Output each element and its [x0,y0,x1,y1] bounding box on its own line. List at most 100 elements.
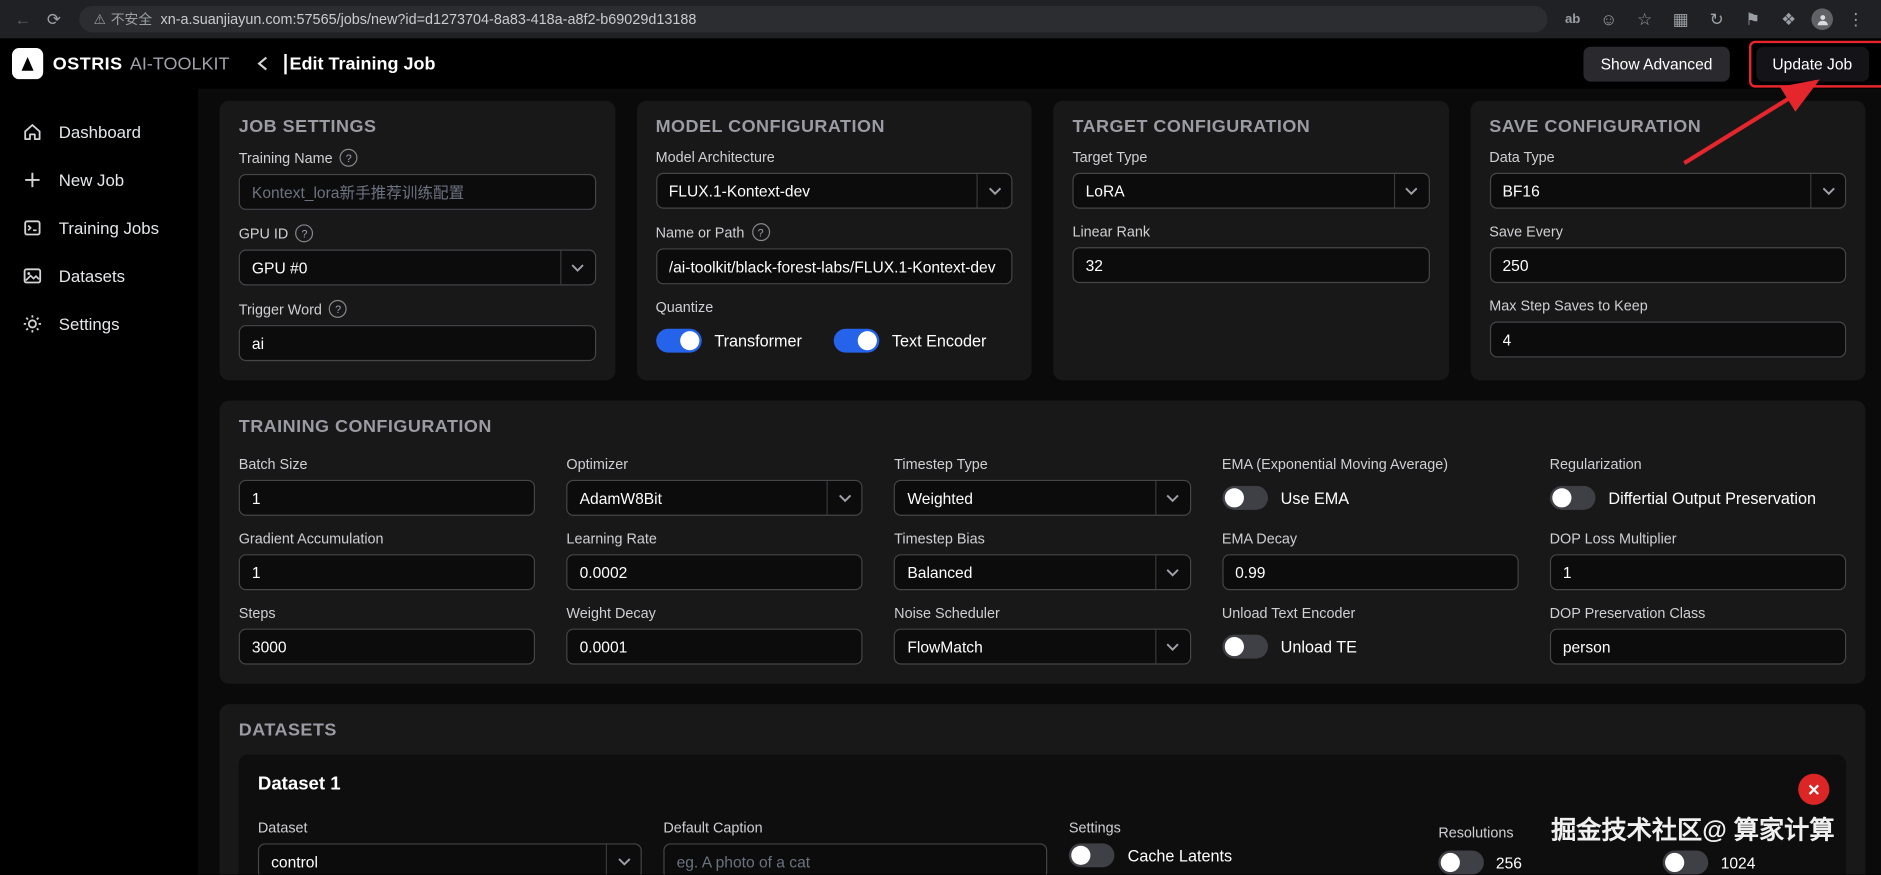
resolution-label: 1024 [1720,853,1756,872]
sidebar-item-datasets[interactable]: Datasets [0,252,198,300]
data-type-select[interactable]: BF16 [1489,172,1847,209]
reload-icon[interactable]: ⟳ [41,6,67,32]
text-encoder-toggle[interactable] [833,328,879,353]
name-or-path-label: Name or Path [655,223,745,241]
smiley-icon[interactable]: ☺ [1595,6,1621,32]
batch-size-input[interactable] [238,479,536,516]
model-architecture-label: Model Architecture [655,148,775,166]
close-icon: × [1807,777,1820,801]
dop-toggle[interactable] [1549,485,1596,510]
transformer-toggle[interactable] [655,328,702,353]
page-back-icon[interactable] [256,55,270,72]
model-architecture-value: FLUX.1-Kontext-dev [668,181,811,200]
extensions-icon[interactable]: ❖ [1775,6,1801,32]
field-linear-rank: Linear Rank [1072,223,1430,284]
field-timestep-type: Timestep Type Weighted [894,456,1191,516]
use-ema-row: Use EMA [1221,485,1350,510]
dataset-col-3: Settings Cache Latents Is Regularization [1068,807,1417,874]
gear-icon [23,315,42,333]
translate-icon[interactable]: ab [1559,6,1585,32]
remove-dataset-button[interactable]: × [1798,773,1830,805]
quantize-text-encoder-row: Text Encoder [833,328,987,353]
dataset-col-4: Resolutions 256512768102412801536 [1438,807,1827,875]
unload-te-toggle[interactable] [1221,634,1268,659]
target-type-value: LoRA [1085,181,1125,200]
field-dop-loss-multiplier: DOP Loss Multiplier [1549,530,1847,591]
weight-decay-input[interactable] [566,628,863,665]
transformer-label: Transformer [714,331,802,350]
gradient-accumulation-label: Gradient Accumulation [238,530,384,548]
gradient-accumulation-input[interactable] [238,554,536,591]
name-or-path-input[interactable] [655,248,1013,285]
timestep-type-select[interactable]: Weighted [894,479,1191,516]
timestep-bias-label: Timestep Bias [894,530,985,548]
cache-latents-toggle[interactable] [1068,843,1115,868]
dop-preservation-class-input[interactable] [1549,628,1847,665]
optimizer-select[interactable]: AdamW8Bit [566,479,863,516]
profile-avatar[interactable] [1811,8,1833,30]
history-icon[interactable]: ↻ [1703,6,1729,32]
dop-loss-multiplier-input[interactable] [1549,554,1847,591]
ema-decay-input[interactable] [1221,554,1519,591]
address-bar[interactable]: ⚠ 不安全 xn-a.suanjiayun.com:57565/jobs/new… [79,5,1548,33]
resolutions-label: Resolutions [1438,824,1514,841]
use-ema-toggle[interactable] [1221,485,1268,510]
linear-rank-input[interactable] [1072,247,1430,284]
chevron-down-icon [1154,481,1190,515]
default-caption-input[interactable] [663,843,1048,875]
help-icon[interactable]: ? [339,148,358,167]
text-cursor [284,53,288,74]
help-icon[interactable]: ? [329,299,348,318]
resolution-toggle-256[interactable] [1438,850,1484,875]
model-architecture-select[interactable]: FLUX.1-Kontext-dev [655,172,1013,209]
sidebar-item-label: New Job [58,170,125,190]
learning-rate-input[interactable] [566,554,863,591]
help-icon[interactable]: ? [751,223,770,242]
trigger-word-input[interactable] [238,325,596,362]
sidebar-item-training-jobs[interactable]: Training Jobs [0,204,198,252]
noise-scheduler-label: Noise Scheduler [894,604,1000,622]
field-name-or-path: Name or Path? [655,223,1013,285]
field-gradient-accumulation: Gradient Accumulation [238,530,536,591]
dop-preservation-class-label: DOP Preservation Class [1549,604,1706,622]
dataset-1-card: Dataset 1 × Dataset control Default Capt… [238,754,1847,875]
save-every-input[interactable] [1489,247,1847,284]
back-icon[interactable]: ← [10,6,36,32]
training-name-input[interactable] [238,173,596,210]
steps-input[interactable] [238,628,536,665]
app-header: OSTRIS AI-TOOLKIT Edit Training Job Show… [0,38,1881,89]
reading-list-icon[interactable]: ⚑ [1739,6,1765,32]
resolution-toggle-1024[interactable] [1663,850,1709,875]
sidebar-item-label: Dashboard [58,122,141,142]
timestep-type-label: Timestep Type [894,455,988,473]
training-configuration-card: TRAINING CONFIGURATION Batch Size Gradie… [219,400,1866,684]
person-icon [1817,14,1828,25]
noise-scheduler-value: FlowMatch [907,637,983,656]
sidebar-item-new-job[interactable]: New Job [0,156,198,204]
gpu-id-select[interactable]: GPU #0 [238,249,596,286]
sidebar-item-settings[interactable]: Settings [0,300,198,348]
gpu-id-value: GPU #0 [251,258,308,277]
bookmark-star-icon[interactable]: ☆ [1631,6,1657,32]
linear-rank-label: Linear Rank [1072,223,1151,240]
update-job-button[interactable]: Update Job [1755,46,1869,81]
text-encoder-label: Text Encoder [891,331,987,350]
show-advanced-button[interactable]: Show Advanced [1583,46,1730,81]
section-title: TRAINING CONFIGURATION [238,416,492,437]
security-chip[interactable]: ⚠ 不安全 [94,10,153,29]
ema-section-label: EMA (Exponential Moving Average) [1221,455,1449,473]
dataset-select[interactable]: control [257,843,642,875]
quantize-transformer-row: Transformer [655,328,802,353]
target-type-select[interactable]: LoRA [1072,172,1430,209]
use-ema-label: Use EMA [1280,488,1350,507]
browser-menu-icon[interactable]: ⋮ [1843,6,1869,32]
sidebar-item-dashboard[interactable]: Dashboard [0,108,198,156]
section-title: TARGET CONFIGURATION [1072,116,1311,137]
section-title: MODEL CONFIGURATION [655,116,885,137]
noise-scheduler-select[interactable]: FlowMatch [894,628,1191,665]
help-icon[interactable]: ? [295,224,314,243]
max-step-saves-input[interactable] [1489,321,1847,358]
jobs-icon [24,220,41,236]
timestep-bias-select[interactable]: Balanced [894,554,1191,591]
apps-icon[interactable]: ▦ [1667,6,1693,32]
